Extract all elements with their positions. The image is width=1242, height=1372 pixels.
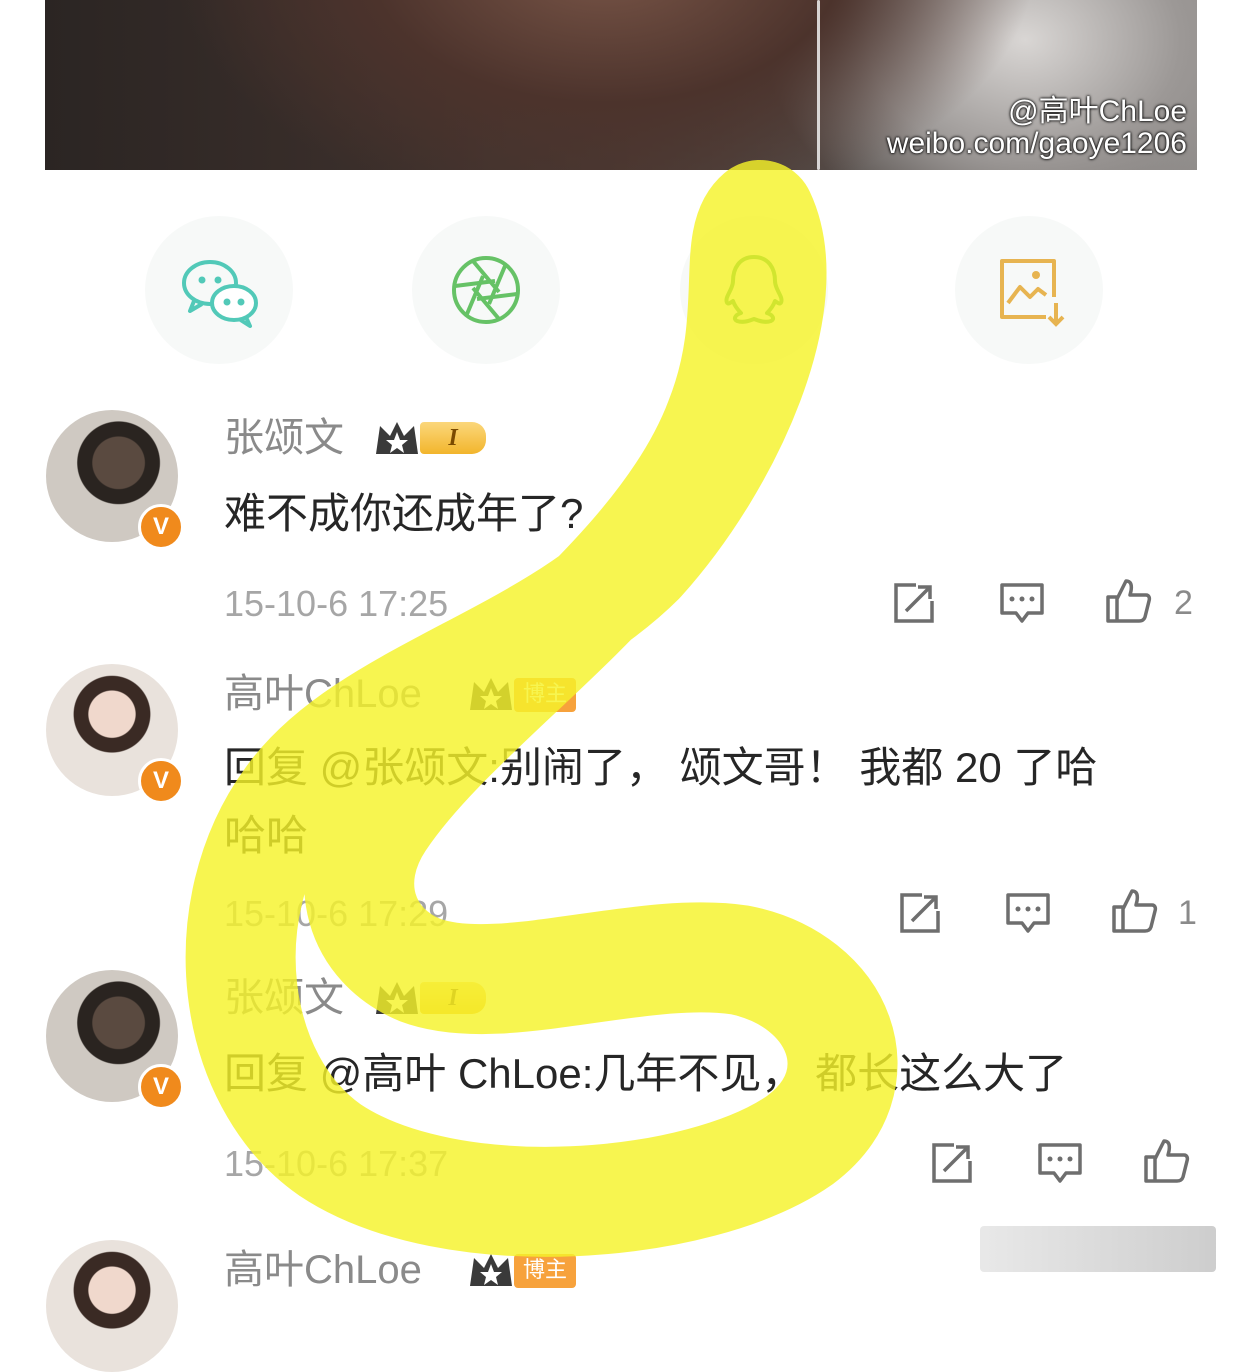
vip-crown-icon <box>376 422 418 454</box>
comment-text: 回复 @张颂文:别闹了， 颂文哥！ 我都 20 了哈 哈哈 <box>224 734 1097 870</box>
comment-line: 哈哈 <box>224 812 309 859</box>
vip-crown-icon <box>470 1254 512 1286</box>
reply-icon[interactable] <box>1004 889 1052 937</box>
qq-icon <box>724 255 784 324</box>
comment-line: 回复 @张颂文:别闹了， 颂文哥！ 我都 20 了哈 <box>224 744 1098 791</box>
repost-icon[interactable] <box>928 1139 976 1187</box>
repost-icon[interactable] <box>890 579 938 627</box>
reply-icon[interactable] <box>1036 1139 1084 1187</box>
repost-icon[interactable] <box>896 889 944 937</box>
verified-badge-icon: V <box>138 1064 184 1110</box>
level-badge: I <box>420 982 486 1014</box>
like-icon[interactable] <box>1110 887 1158 935</box>
comment-text: 难不成你还成年了? <box>224 480 583 548</box>
comment-line: 回复 @高叶 ChLoe:几年不见， 都长这么大了 <box>224 1050 1068 1097</box>
like-icon[interactable] <box>1142 1137 1190 1185</box>
comment-username[interactable]: 高叶ChLoe <box>224 670 422 718</box>
comment-text: 回复 @高叶 ChLoe:几年不见， 都长这么大了 <box>224 1040 1067 1108</box>
watermark-url: weibo.com/gaoye1206 <box>886 127 1187 160</box>
moments-icon <box>452 256 520 324</box>
comment-line: 难不成你还成年了? <box>224 490 584 537</box>
author-badge: 博主 <box>514 678 576 712</box>
post-photo[interactable]: @高叶ChLoe weibo.com/gaoye1206 <box>45 0 1197 170</box>
watermark-handle: @高叶ChLoe <box>1008 95 1187 128</box>
comment-username[interactable]: 张颂文 <box>224 414 344 462</box>
level-badge: I <box>420 422 486 454</box>
share-qq-button[interactable] <box>680 216 828 364</box>
like-count: 1 <box>1178 894 1197 932</box>
vip-crown-icon <box>470 678 512 710</box>
vip-crown-icon <box>376 982 418 1014</box>
watermark-box <box>980 1226 1216 1272</box>
earphone-cord <box>817 0 820 170</box>
share-moments-button[interactable] <box>412 216 560 364</box>
save-image-icon <box>1000 259 1065 327</box>
like-count: 2 <box>1174 584 1193 622</box>
verified-badge-icon: V <box>138 504 184 550</box>
save-image-button[interactable] <box>955 216 1103 364</box>
reply-icon[interactable] <box>998 579 1046 627</box>
comment-username[interactable]: 张颂文 <box>224 974 344 1022</box>
verified-badge-icon: V <box>138 758 184 804</box>
like-icon[interactable] <box>1104 577 1152 625</box>
comment-time: 15-10-6 17:25 <box>224 583 449 624</box>
avatar[interactable] <box>46 1240 178 1372</box>
comment-username[interactable]: 高叶ChLoe <box>224 1246 422 1294</box>
share-wechat-button[interactable] <box>145 216 293 364</box>
wechat-icon <box>182 260 258 328</box>
author-badge: 博主 <box>514 1254 576 1288</box>
comment-time: 15-10-6 17:29 <box>224 893 449 934</box>
comment-time: 15-10-6 17:37 <box>224 1143 449 1184</box>
